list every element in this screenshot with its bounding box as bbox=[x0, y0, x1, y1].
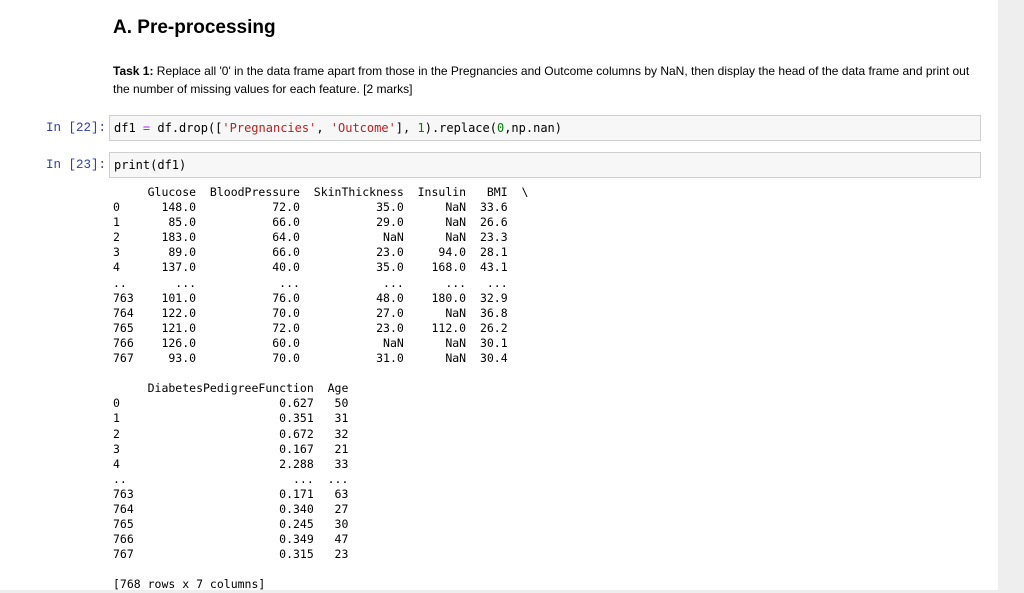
output-line: 766 0.349 47 bbox=[113, 532, 363, 547]
output-line: 0 0.627 50 bbox=[113, 396, 363, 411]
output-line: .. ... ... ... ... ... bbox=[113, 275, 529, 290]
code-line[interactable]: df1 = df.drop(['Pregnancies', 'Outcome']… bbox=[114, 121, 562, 135]
output-line: 1 85.0 66.0 29.0 NaN 26.6 bbox=[113, 215, 529, 230]
output-line: 763 0.171 63 bbox=[113, 486, 363, 501]
code-cell-22[interactable]: df1 = df.drop(['Pregnancies', 'Outcome']… bbox=[109, 115, 981, 141]
task-description: Task 1: Replace all '0' in the data fram… bbox=[113, 62, 973, 98]
output-line: 765 121.0 72.0 23.0 112.0 26.2 bbox=[113, 320, 529, 335]
code-cell-23[interactable]: print(df1) bbox=[109, 152, 981, 178]
output-line: 767 93.0 70.0 31.0 NaN 30.4 bbox=[113, 351, 529, 366]
code-line[interactable]: print(df1) bbox=[114, 158, 186, 172]
section-heading: A. Pre-processing bbox=[113, 17, 276, 38]
notebook-area: A. Pre-processing Task 1: Replace all '0… bbox=[0, 0, 998, 593]
output-line: 766 126.0 60.0 NaN NaN 30.1 bbox=[113, 335, 529, 350]
output-line: 763 101.0 76.0 48.0 180.0 32.9 bbox=[113, 290, 529, 305]
cell-prompt-23: In [23]: bbox=[45, 158, 106, 172]
output-line: 764 122.0 70.0 27.0 NaN 36.8 bbox=[113, 305, 529, 320]
output-line: 0 148.0 72.0 35.0 NaN 33.6 bbox=[113, 200, 529, 215]
task-text: Replace all '0' in the data frame apart … bbox=[113, 64, 970, 96]
task-label: Task 1: bbox=[113, 64, 154, 78]
output-line: 4 2.288 33 bbox=[113, 456, 363, 471]
output-line: 1 0.351 31 bbox=[113, 411, 363, 426]
cell-prompt-22: In [22]: bbox=[45, 121, 106, 135]
output-line: .. ... ... bbox=[113, 471, 363, 486]
output-line: 764 0.340 27 bbox=[113, 501, 363, 516]
output-line: 4 137.0 40.0 35.0 168.0 43.1 bbox=[113, 260, 529, 275]
output-line: 767 0.315 23 bbox=[113, 547, 363, 562]
output-line: 765 0.245 30 bbox=[113, 517, 363, 532]
output-line: 2 0.672 32 bbox=[113, 426, 363, 441]
output-line: 2 183.0 64.0 NaN NaN 23.3 bbox=[113, 230, 529, 245]
scroll-gutter bbox=[998, 0, 1024, 590]
output-line: 3 0.167 21 bbox=[113, 441, 363, 456]
output-line: [768 rows x 7 columns] bbox=[113, 577, 266, 592]
output-line: 3 89.0 66.0 23.0 94.0 28.1 bbox=[113, 245, 529, 260]
cell-output: Glucose BloodPressure SkinThickness Insu… bbox=[113, 185, 528, 593]
output-line: Glucose BloodPressure SkinThickness Insu… bbox=[113, 185, 529, 199]
output-line: DiabetesPedigreeFunction Age bbox=[113, 381, 363, 396]
